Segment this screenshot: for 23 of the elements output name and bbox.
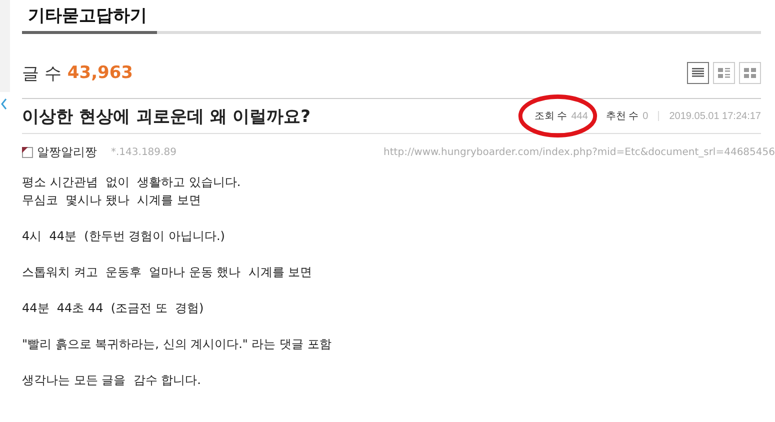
post-title: 이상한 현상에 괴로운데 왜 이럴까요? bbox=[22, 106, 311, 128]
post-count-label: 글 수 bbox=[22, 62, 62, 84]
board-title: 기타묻고답하기 bbox=[22, 0, 157, 34]
votes-count: 0 bbox=[642, 110, 648, 122]
views-count: 444 bbox=[571, 110, 588, 122]
body-paragraph: 평소 시간관념 없이 생활하고 있습니다. 무심코 몇시나 됐나 시계를 보면 bbox=[22, 174, 242, 209]
body-paragraph: 44분 44초 44 (조금전 또 경험) bbox=[22, 300, 205, 317]
member-icon bbox=[22, 147, 33, 158]
author-ip: *.143.189.89 bbox=[111, 147, 176, 158]
body-paragraph: "빨리 흙으로 복귀하라는, 신의 계시이다." 라는 댓글 포함 bbox=[22, 336, 332, 353]
post-count: 43,963 bbox=[67, 63, 134, 83]
view-mode-button[interactable] bbox=[687, 62, 709, 84]
grid-icon bbox=[744, 68, 756, 78]
author-name[interactable]: 알짱알리짱 bbox=[37, 144, 97, 161]
list-thumbnail-icon bbox=[718, 68, 730, 78]
chevron-left-icon[interactable] bbox=[0, 98, 8, 110]
body-paragraph: 4시 44분 (한두번 경험이 아닙니다.) bbox=[22, 228, 226, 245]
views-label: 조회 수 bbox=[534, 110, 568, 123]
body-paragraph: 스톱워치 켜고 운동후 얼마나 운동 했나 시계를 보면 bbox=[22, 264, 314, 281]
votes-label: 추천 수 bbox=[606, 110, 639, 123]
post-date: 2019.05.01 17:24:17 bbox=[669, 110, 761, 122]
list-icon bbox=[692, 68, 704, 78]
body-paragraph: 생각나는 모든 글을 감수 합니다. bbox=[22, 372, 202, 389]
